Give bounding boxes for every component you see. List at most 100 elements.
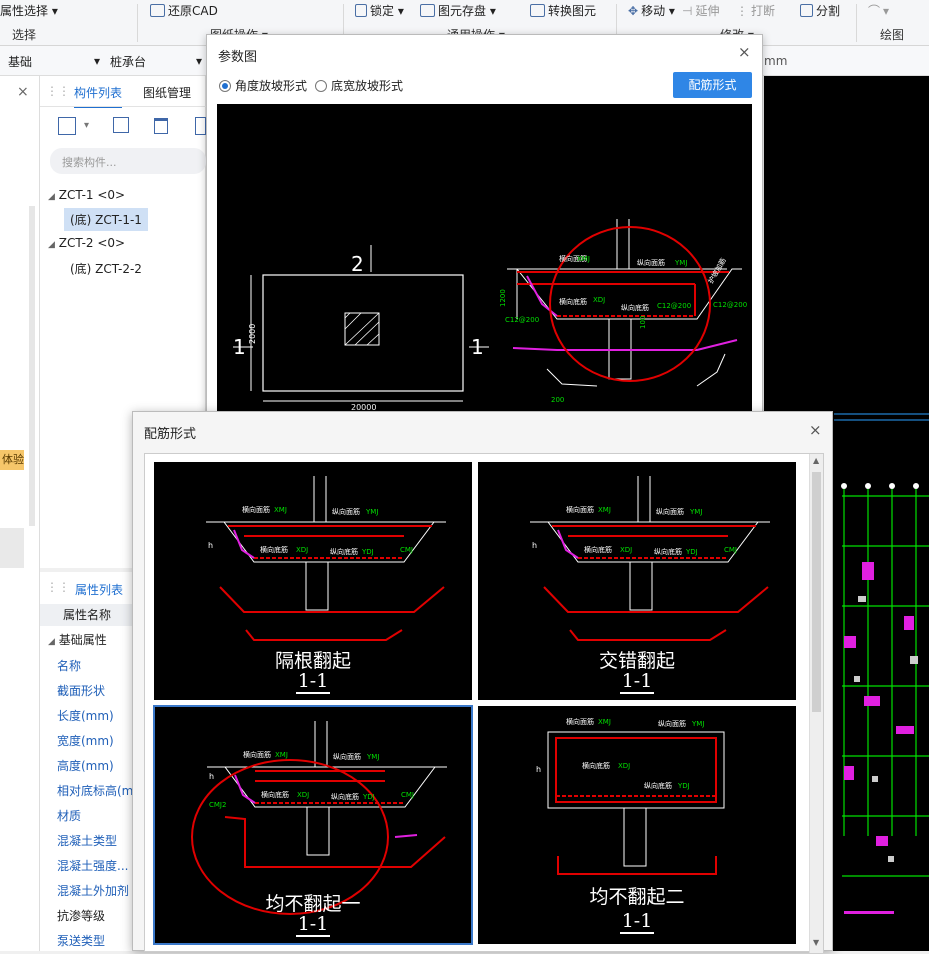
unit-hint: mm: [764, 54, 788, 68]
delete-icon[interactable]: [154, 118, 168, 134]
dialog-title: 参数图: [218, 50, 258, 65]
split-icon: [800, 4, 813, 17]
scroll-up-icon[interactable]: ▲: [813, 456, 819, 465]
tile-caption: 均不翻起二: [589, 886, 685, 908]
convert-element-button[interactable]: 转换图元: [530, 2, 596, 19]
new-component-icon[interactable]: [58, 117, 76, 135]
prop-length: 长度(mm): [57, 709, 114, 723]
lock-button[interactable]: 锁定 ▾: [355, 2, 404, 19]
scrollbar[interactable]: [29, 206, 35, 526]
split-button[interactable]: 分割: [800, 2, 840, 19]
label-ymj-code: YMJ: [689, 508, 702, 516]
option-tile-staggered-bent[interactable]: 横向面筋 XMJ 纵向面筋 YMJ 横向底筋 XDJ 纵向底筋 YDJ CMJ …: [478, 462, 796, 700]
label-ymj-code: YMJ: [365, 508, 378, 516]
category-combo[interactable]: 基础 ▾: [4, 51, 104, 71]
tile-section-mark: 1-1: [295, 670, 331, 694]
close-icon[interactable]: ×: [809, 421, 822, 439]
parameter-diagram-canvas: 2 1 1 20000 2000 横向面筋 XMJ 纵向面筋 YMJ 横向底筋 …: [217, 104, 752, 417]
drag-handle-icon[interactable]: ⋮⋮: [46, 84, 70, 98]
property-select-button[interactable]: 属性选择 ▾: [0, 2, 58, 19]
label-ydj-code: YDJ: [362, 793, 375, 801]
radio-checked-icon: [219, 80, 231, 92]
draw-arc-icon: ⌒: [868, 4, 881, 18]
close-icon[interactable]: ×: [17, 84, 29, 100]
draw-dropdown[interactable]: ⌒ ▾: [868, 2, 889, 19]
label-xdj-code: XDJ: [618, 762, 630, 770]
label-ymj-code: YMJ: [674, 259, 687, 267]
chevron-down-icon: ▾: [93, 54, 100, 68]
radio-angle-slope[interactable]: 角度放坡形式: [219, 77, 307, 94]
label-h: h: [536, 765, 541, 774]
tree-item-zct2[interactable]: ◢ ZCT-2 <0>: [48, 236, 125, 250]
label-xmj: 横向面筋: [242, 505, 270, 514]
move-button[interactable]: ✥ 移动 ▾: [628, 2, 675, 19]
label-xdj-code: XDJ: [620, 546, 632, 554]
break-button[interactable]: ⋮ 打断: [736, 2, 775, 19]
label-ydj-code: YDJ: [677, 782, 690, 790]
label-ydj: 纵向底筋: [331, 792, 359, 801]
save-element-button[interactable]: 图元存盘 ▾: [420, 2, 496, 19]
tile-caption: 交错翻起: [598, 650, 675, 672]
tab-property-list[interactable]: 属性列表: [75, 581, 123, 598]
section-mark-top: 2: [351, 252, 364, 276]
group-draw-label: 绘图: [880, 28, 905, 42]
tab-component-list[interactable]: 构件列表: [74, 84, 123, 108]
options-list: ▲ ▼ 横向面筋 XMJ 纵向面筋 YMJ 横向底筋 XDJ 纵向底筋 YDJ …: [144, 453, 824, 953]
label-ymj: 纵向面筋: [332, 507, 360, 516]
copy-icon[interactable]: [113, 117, 129, 133]
prop-section-shape: 截面形状: [57, 684, 106, 698]
search-input[interactable]: 搜索构件...: [50, 148, 206, 174]
label-ymj: 纵向面筋: [656, 507, 684, 516]
chevron-down-icon[interactable]: ▾: [84, 120, 89, 131]
label-c12-left: C12@200: [505, 316, 539, 324]
tree-item-zct1-1[interactable]: (底) ZCT-1-1: [64, 208, 148, 231]
option-tile-no-bent-1[interactable]: 横向面筋 XMJ 纵向面筋 YMJ 横向底筋 XDJ 纵向底筋 YDJ CMJ …: [153, 705, 473, 945]
prop-material: 材质: [57, 809, 82, 823]
prop-concrete-type: 混凝土类型: [57, 834, 118, 848]
label-ydj: 纵向底筋: [621, 303, 649, 312]
label-cmj2: CMJ2: [209, 801, 226, 809]
dialog-title: 配筋形式: [144, 427, 197, 442]
label-h: h: [208, 541, 213, 550]
scroll-thumb[interactable]: [812, 472, 821, 712]
restore-cad-button[interactable]: 还原CAD: [150, 2, 218, 19]
experience-badge[interactable]: 体验: [0, 450, 24, 470]
radio-unchecked-icon: [315, 80, 327, 92]
label-xmj: 横向面筋: [243, 750, 271, 759]
vertical-scrollbar[interactable]: ▲ ▼: [809, 454, 823, 953]
extend-icon: ⊣: [682, 3, 693, 18]
label-xdj: 横向底筋: [559, 297, 587, 306]
label-xdj-code: XDJ: [296, 546, 308, 554]
radio-bottom-width-slope[interactable]: 底宽放坡形式: [315, 77, 403, 94]
scroll-down-icon[interactable]: ▼: [813, 938, 819, 947]
label-ydj: 纵向底筋: [654, 547, 682, 556]
label-xmj-code: XMJ: [275, 751, 288, 759]
label-xmj-code: XMJ: [274, 506, 287, 514]
separator: [137, 4, 138, 42]
tile-section-mark: 1-1: [295, 913, 331, 937]
tree-item-zct2-2[interactable]: (底) ZCT-2-2: [70, 260, 142, 277]
prop-relative-bottom-elev: 相对底标高(m: [57, 784, 134, 798]
label-c12-right: C12@200: [713, 301, 747, 309]
tab-drawing-manage[interactable]: 图纸管理: [143, 84, 191, 106]
label-ydj: 纵向底筋: [644, 781, 672, 790]
label-ydj-code: YDJ: [361, 548, 374, 556]
tree-item-zct1[interactable]: ◢ ZCT-1 <0>: [48, 188, 125, 202]
parameter-diagram-dialog: 参数图 × 角度放坡形式 底宽放坡形式 配筋形式 2 1 1 20000 200…: [206, 34, 763, 417]
close-icon[interactable]: ×: [738, 43, 751, 61]
drag-handle-icon[interactable]: ⋮⋮: [46, 580, 70, 594]
type-combo[interactable]: 桩承台 ▾: [106, 51, 206, 71]
group-basic-props[interactable]: ◢ 基础属性: [48, 631, 107, 648]
option-tile-alternate-bent[interactable]: 横向面筋 XMJ 纵向面筋 YMJ 横向底筋 XDJ 纵向底筋 YDJ CMJ …: [154, 462, 472, 700]
extend-button[interactable]: ⊣ 延伸: [682, 2, 719, 19]
tile-section-mark: 1-1: [619, 910, 655, 934]
reinforcement-form-button[interactable]: 配筋形式: [673, 72, 752, 98]
option-tile-no-bent-2[interactable]: 横向面筋 XMJ 纵向面筋 YMJ 横向底筋 XDJ 纵向底筋 YDJ h 均不…: [478, 706, 796, 944]
dim-1200: 1200: [499, 289, 507, 307]
lock-icon: [355, 4, 367, 17]
label-ymj: 纵向面筋: [637, 258, 665, 267]
label-xdj: 横向底筋: [261, 790, 289, 799]
more-icon[interactable]: [195, 117, 206, 135]
label-ydj-code: C12@200: [657, 302, 691, 310]
label-ydj: 纵向底筋: [330, 547, 358, 556]
